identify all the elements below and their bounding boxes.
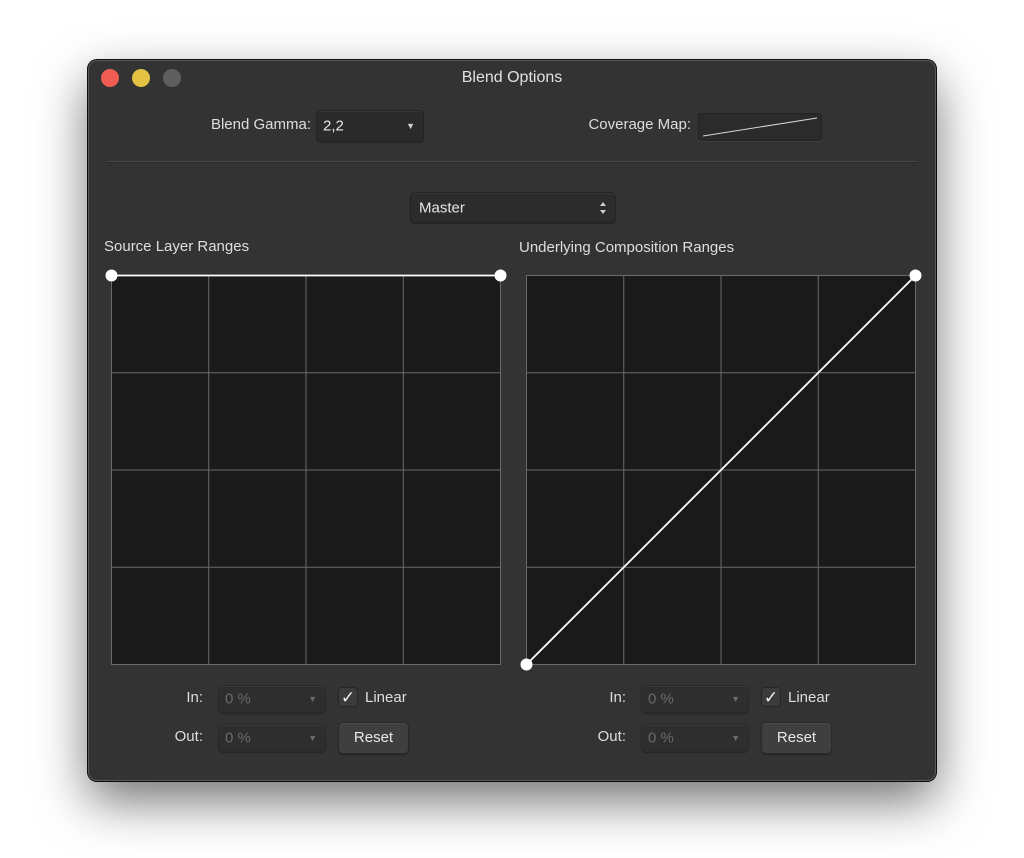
separator bbox=[107, 161, 917, 163]
blend-gamma-value: 2,2 bbox=[323, 117, 344, 135]
coverage-map-curve-icon bbox=[702, 117, 818, 137]
source-reset-button[interactable]: Reset bbox=[338, 722, 409, 754]
source-linear-checkbox[interactable]: ✓ bbox=[338, 687, 358, 707]
underlying-in-dropdown[interactable]: 0 % ▼ bbox=[641, 685, 749, 713]
underlying-linear-checkbox[interactable]: ✓ bbox=[761, 687, 781, 707]
source-layer-ranges-title: Source Layer Ranges bbox=[104, 238, 250, 255]
source-linear-label: Linear bbox=[365, 689, 407, 706]
underlying-ranges-graph[interactable] bbox=[520, 269, 922, 671]
underlying-out-value: 0 % bbox=[648, 729, 674, 747]
chevron-down-icon: ▼ bbox=[308, 694, 317, 704]
source-curve-handle-1[interactable] bbox=[494, 269, 507, 282]
chevron-down-icon: ▼ bbox=[406, 121, 415, 131]
source-in-dropdown[interactable]: 0 % ▼ bbox=[218, 685, 326, 713]
channel-popup[interactable]: Master bbox=[410, 192, 616, 223]
source-curve-handle-0[interactable] bbox=[105, 269, 118, 282]
underlying-in-value: 0 % bbox=[648, 690, 674, 708]
blend-gamma-dropdown[interactable]: 2,2 ▼ bbox=[316, 110, 424, 142]
underlying-composition-ranges-title: Underlying Composition Ranges bbox=[519, 239, 735, 256]
source-out-value: 0 % bbox=[225, 729, 251, 747]
coverage-map-button[interactable] bbox=[698, 113, 822, 141]
source-in-label: In: bbox=[186, 689, 203, 706]
checkmark-icon: ✓ bbox=[340, 688, 356, 707]
window-title: Blend Options bbox=[461, 69, 563, 86]
underlying-out-label: Out: bbox=[597, 728, 626, 745]
source-in-value: 0 % bbox=[225, 690, 251, 708]
blend-gamma-label: Blend Gamma: bbox=[210, 116, 311, 133]
source-ranges-graph[interactable] bbox=[105, 269, 507, 665]
chevron-down-icon: ▼ bbox=[731, 694, 740, 704]
coverage-map-label: Coverage Map: bbox=[588, 116, 691, 133]
underlying-linear-label: Linear bbox=[788, 689, 830, 706]
underlying-out-dropdown[interactable]: 0 % ▼ bbox=[641, 724, 749, 752]
checkmark-icon: ✓ bbox=[763, 688, 779, 707]
chevron-down-icon: ▼ bbox=[308, 733, 317, 743]
underlying-reset-button[interactable]: Reset bbox=[761, 722, 832, 754]
underlying-curve-handle-1[interactable] bbox=[909, 269, 922, 282]
underlying-curve-handle-0[interactable] bbox=[520, 658, 533, 671]
chevron-down-icon: ▼ bbox=[731, 733, 740, 743]
source-out-dropdown[interactable]: 0 % ▼ bbox=[218, 724, 326, 752]
channel-value: Master bbox=[419, 199, 465, 216]
blend-options-window: Blend Options Blend Gamma: 2,2 ▼ Coverag… bbox=[88, 60, 936, 781]
underlying-in-label: In: bbox=[609, 689, 626, 706]
source-out-label: Out: bbox=[174, 728, 203, 745]
up-down-arrows-icon bbox=[600, 201, 606, 214]
